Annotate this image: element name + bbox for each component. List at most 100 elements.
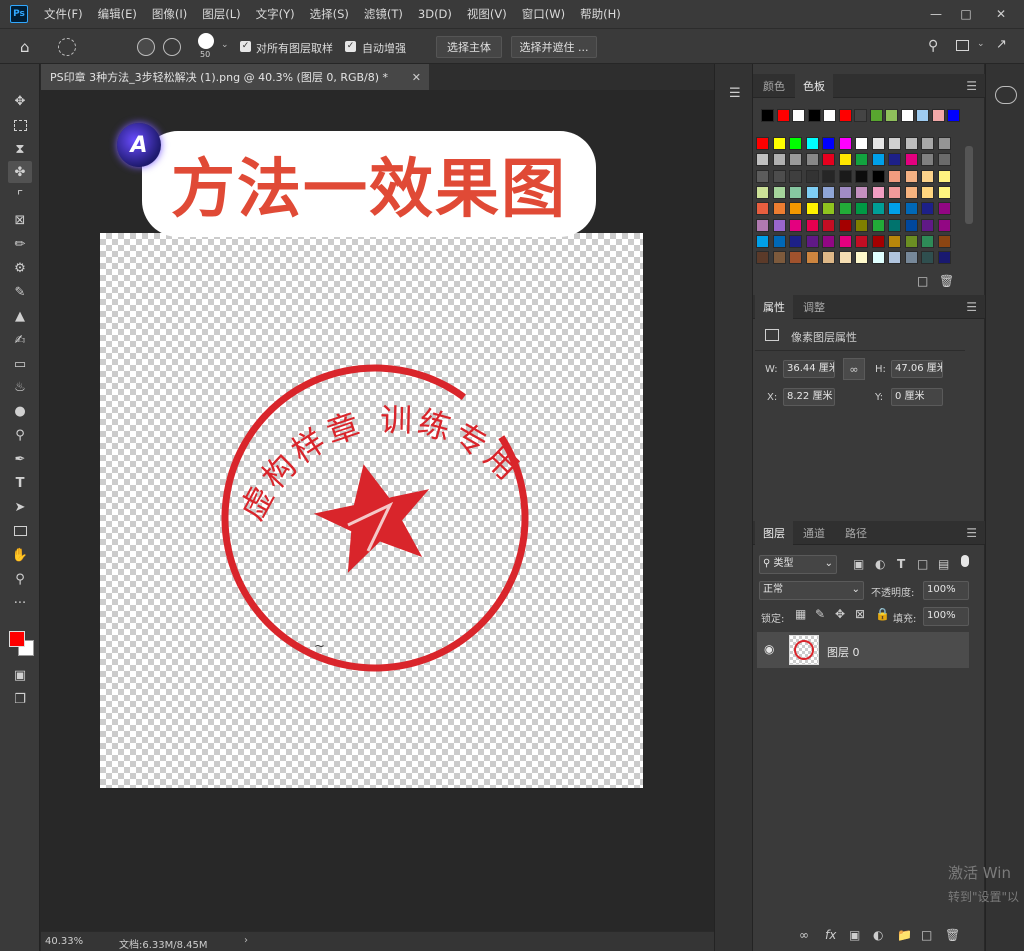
swatch[interactable] [823, 109, 836, 122]
frame-tool-icon[interactable]: ⊠ [8, 209, 32, 231]
tab-layers[interactable]: 图层 [755, 521, 793, 545]
layer-row[interactable]: ◉ 图层 0 [757, 632, 969, 668]
swatch[interactable] [937, 137, 951, 150]
lock-artboard-icon[interactable]: ⊠ [855, 607, 865, 621]
select-subject-button[interactable]: 选择主体 [436, 36, 502, 58]
swatch[interactable] [947, 109, 960, 122]
menu-window[interactable]: 窗口(W) [522, 6, 565, 22]
rectangle-tool-icon[interactable] [8, 520, 32, 542]
menu-file[interactable]: 文件(F) [44, 6, 83, 22]
chevron-right-icon[interactable]: › [244, 935, 248, 946]
panel-menu-icon[interactable]: ☰ [966, 526, 977, 540]
swatch[interactable] [931, 109, 945, 122]
swatch[interactable] [822, 153, 835, 167]
swatch[interactable] [855, 137, 868, 150]
swatch[interactable] [871, 234, 885, 248]
hand-tool-icon[interactable]: ✋ [8, 544, 32, 566]
swatch[interactable] [854, 109, 867, 122]
trash-icon[interactable]: 🗑 [945, 928, 960, 942]
swatch[interactable] [921, 169, 934, 183]
swatch[interactable] [838, 153, 852, 167]
swatch[interactable] [855, 153, 868, 167]
visibility-eye-icon[interactable]: ◉ [764, 642, 774, 656]
swatches-scrollbar[interactable] [965, 146, 973, 224]
swatch[interactable] [838, 109, 852, 122]
history-icon[interactable]: ☰ [729, 86, 741, 101]
tab-color[interactable]: 颜色 [755, 74, 793, 98]
swatch[interactable] [805, 251, 819, 265]
panel-menu-icon[interactable]: ☰ [966, 79, 977, 93]
swatch[interactable] [904, 153, 918, 167]
maximize-icon[interactable]: □ [951, 0, 981, 28]
smart-object-filter-icon[interactable]: ▤ [938, 557, 949, 571]
swatch[interactable] [838, 185, 852, 199]
swatch[interactable] [937, 153, 951, 167]
swatch[interactable] [937, 234, 951, 248]
dodge-tool-icon[interactable]: ⚲ [8, 424, 32, 446]
swatch[interactable] [772, 218, 786, 232]
swatch[interactable] [838, 202, 852, 216]
swatch[interactable] [805, 185, 819, 199]
brush-preview-icon[interactable] [198, 33, 214, 49]
foreground-color-swatch[interactable] [9, 631, 25, 647]
swatch[interactable] [855, 202, 868, 216]
swatch[interactable] [904, 169, 918, 183]
swatch[interactable] [921, 218, 934, 232]
more-tools-icon[interactable]: ··· [8, 592, 32, 614]
swatch[interactable] [789, 251, 802, 265]
link-layers-icon[interactable]: ∞ [799, 928, 809, 942]
swatch[interactable] [807, 109, 821, 122]
chevron-down-icon[interactable]: ⌄ [977, 39, 985, 49]
swatch[interactable] [756, 234, 769, 248]
swatch[interactable] [888, 202, 901, 216]
swatch[interactable] [888, 137, 901, 150]
swatch[interactable] [937, 218, 951, 232]
swatch[interactable] [888, 153, 901, 167]
document-tab[interactable]: PS印章 3种方法_3步轻松解决 (1).png @ 40.3% (图层 0, … [41, 64, 429, 90]
close-tab-icon[interactable]: ✕ [412, 71, 421, 84]
swatch[interactable] [888, 169, 901, 183]
swatch[interactable] [838, 218, 852, 232]
sample-all-checkbox[interactable]: ✓ [240, 41, 251, 52]
x-field[interactable]: 8.22 厘米 [783, 388, 835, 406]
minimize-icon[interactable]: — [921, 0, 951, 28]
swatch[interactable] [937, 202, 951, 216]
menu-filter[interactable]: 滤镜(T) [364, 6, 403, 22]
swatch[interactable] [871, 251, 885, 265]
swatch[interactable] [904, 137, 918, 150]
path-selection-tool-icon[interactable]: ➤ [8, 496, 32, 518]
menu-edit[interactable]: 编辑(E) [98, 6, 137, 22]
lock-all-icon[interactable]: 🔒 [875, 607, 890, 621]
lock-position-icon[interactable]: ✥ [835, 607, 845, 621]
swatch[interactable] [888, 251, 901, 265]
swatch[interactable] [761, 109, 774, 122]
auto-enhance-checkbox[interactable]: ✓ [345, 41, 356, 52]
tab-channels[interactable]: 通道 [795, 521, 833, 545]
home-icon[interactable]: ⌂ [20, 38, 30, 56]
swatch[interactable] [921, 185, 934, 199]
link-icon[interactable]: ∞ [843, 358, 865, 380]
swatch[interactable] [871, 185, 885, 199]
chevron-down-icon[interactable]: ⌄ [221, 40, 229, 50]
adjustment-filter-icon[interactable]: ◐ [875, 557, 885, 571]
eraser-tool-icon[interactable]: ▭ [8, 353, 32, 375]
quick-select-subtract-icon[interactable] [163, 38, 181, 56]
swatch[interactable] [789, 185, 802, 199]
clone-stamp-tool-icon[interactable]: ▲ [8, 305, 32, 327]
width-field[interactable]: 36.44 厘米 [783, 360, 835, 378]
adjustment-layer-icon[interactable]: ◐ [873, 928, 883, 942]
swatch[interactable] [805, 137, 819, 150]
swatch[interactable] [888, 234, 901, 248]
tab-adjustments[interactable]: 调整 [795, 295, 833, 319]
swatch[interactable] [838, 251, 852, 265]
swatch[interactable] [871, 137, 885, 150]
swatch[interactable] [888, 185, 901, 199]
swatch[interactable] [789, 234, 802, 248]
swatch[interactable] [838, 234, 852, 248]
swatch[interactable] [822, 251, 835, 265]
swatch[interactable] [772, 202, 786, 216]
swatch[interactable] [921, 153, 934, 167]
shape-filter-icon[interactable]: □ [917, 557, 928, 571]
panel-menu-icon[interactable]: ☰ [966, 300, 977, 314]
swatch-grid[interactable] [753, 104, 963, 266]
